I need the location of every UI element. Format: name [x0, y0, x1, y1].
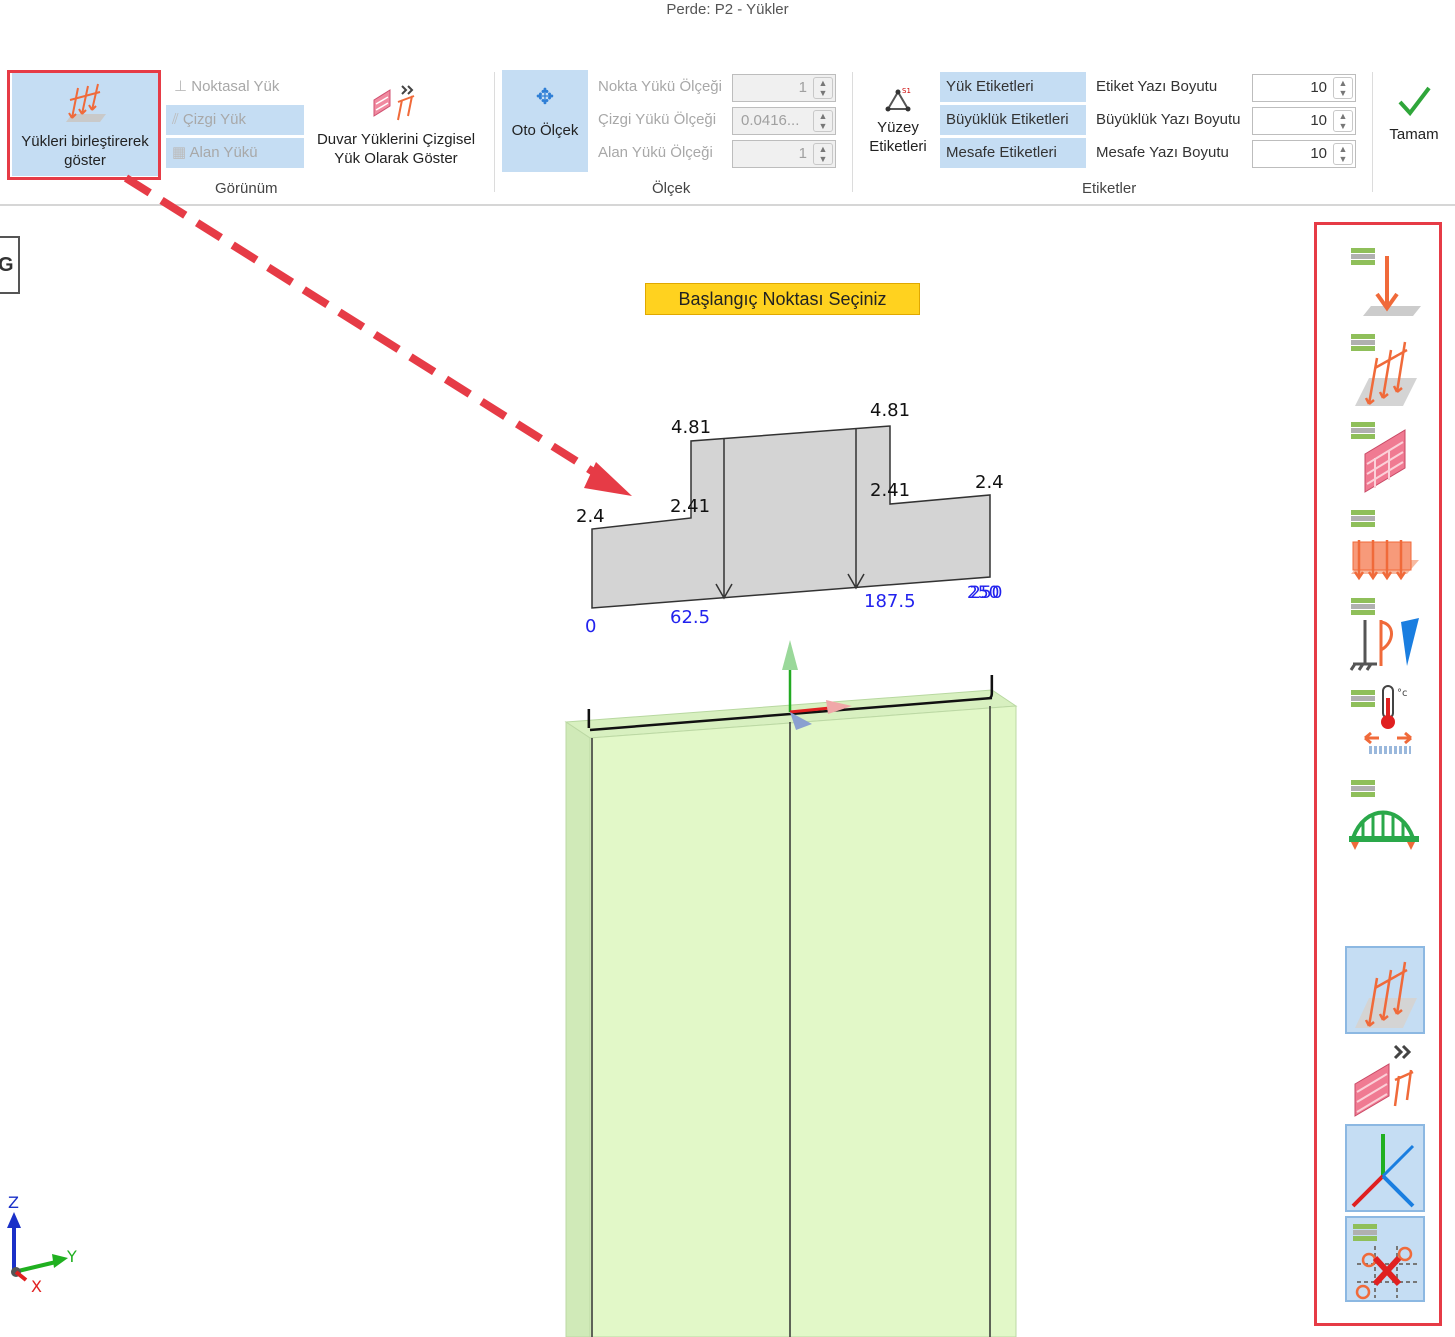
- point-scale-input[interactable]: 1 ▲ ▼: [732, 74, 836, 102]
- ribbon-separator: [852, 72, 853, 192]
- point-load-icon: ⊥: [174, 78, 192, 95]
- line-scale-value: 0.0416...: [741, 112, 800, 129]
- wall-to-line-load-icon: [1354, 1044, 1414, 1117]
- spin-arrows-icon[interactable]: ▲ ▼: [813, 110, 833, 132]
- axes-icon: [1351, 1134, 1415, 1208]
- prompt-banner: Başlangıç Noktası Seçiniz: [645, 283, 920, 315]
- svg-text:°c: °c: [1397, 688, 1408, 699]
- distance-font-size-input[interactable]: 10 ▲ ▼: [1252, 140, 1356, 168]
- left-stub-tab[interactable]: G: [0, 236, 20, 294]
- point-scale-label: Nokta Yükü Ölçeği: [598, 78, 722, 95]
- load-labels-button[interactable]: Yük Etiketleri: [940, 72, 1086, 102]
- thermometer-icon: °c: [1351, 685, 1412, 754]
- area-scale-input[interactable]: 1 ▲ ▼: [732, 140, 836, 168]
- distance-font-size-value: 10: [1310, 145, 1327, 162]
- distance-labels-button[interactable]: Mesafe Etiketleri: [940, 138, 1086, 168]
- ok-button[interactable]: Tamam: [1380, 72, 1448, 162]
- line-load-icon: ⫽: [172, 111, 183, 128]
- line-load-layer-button[interactable]: [1345, 328, 1425, 410]
- point-load-label: Noktasal Yük: [191, 78, 280, 95]
- area-load-button[interactable]: ▦ Alan Yükü: [166, 138, 304, 168]
- surface-labels-button[interactable]: S1 Yüzey Etiketleri: [862, 72, 934, 176]
- magnitude-labels-button[interactable]: Büyüklük Etiketleri: [940, 105, 1086, 135]
- ribbon-separator: [1372, 72, 1373, 192]
- remove-labels-icon: [1353, 1224, 1417, 1300]
- combined-loads-icon: [1355, 961, 1417, 1028]
- label-font-size-input[interactable]: 10 ▲ ▼: [1252, 74, 1356, 102]
- support-load-layer-button[interactable]: [1345, 592, 1425, 674]
- svg-text:S1: S1: [902, 87, 911, 95]
- auto-scale-label: Oto Ölçek: [511, 122, 579, 139]
- label-font-size-label: Etiket Yazı Boyutu: [1096, 78, 1218, 95]
- spin-arrows-icon[interactable]: ▲ ▼: [1333, 110, 1353, 132]
- line-scale-input[interactable]: 0.0416... ▲ ▼: [732, 107, 836, 135]
- area-scale-label: Alan Yükü Ölçeği: [598, 144, 713, 161]
- wall-loads-line-label: Duvar Yüklerini Çizgisel Yük Olarak Göst…: [316, 131, 476, 167]
- magnitude-font-size-label: Büyüklük Yazı Boyutu: [1096, 111, 1241, 128]
- combined-view-toggle[interactable]: [1345, 946, 1425, 1034]
- local-axes-toggle[interactable]: [1345, 1124, 1425, 1212]
- magnitude-font-size-input[interactable]: 10 ▲ ▼: [1252, 107, 1356, 135]
- wall-to-line-toggle[interactable]: [1345, 1040, 1425, 1122]
- wall-load-layer-button[interactable]: [1345, 416, 1425, 498]
- area-load-label: Alan Yükü: [189, 144, 258, 161]
- hide-labels-toggle[interactable]: [1345, 1216, 1425, 1302]
- checkmark-icon: [1398, 86, 1431, 117]
- gorunum-group-label: Görünüm: [215, 180, 278, 197]
- bridge-load-layer-button[interactable]: [1345, 768, 1425, 850]
- 3d-viewport[interactable]: [0, 208, 1455, 1337]
- line-load-button[interactable]: ⫽ Çizgi Yük: [166, 105, 304, 135]
- line-load-layer-icon: [1351, 334, 1417, 406]
- wall-to-line-load-icon: [373, 85, 415, 121]
- area-load-layer-icon: [1351, 510, 1419, 581]
- point-load-layer-icon: [1351, 248, 1421, 316]
- line-load-label: Çizgi Yük: [182, 111, 246, 128]
- area-load-layer-button[interactable]: [1345, 504, 1425, 586]
- surface-label-icon: S1: [885, 87, 911, 112]
- point-scale-value: 1: [798, 79, 807, 96]
- support-load-layer-icon: [1349, 598, 1419, 671]
- magnitude-font-size-value: 10: [1310, 112, 1327, 129]
- ok-label: Tamam: [1389, 126, 1439, 143]
- bridge-icon: [1349, 780, 1419, 850]
- etiketler-group-label: Etiketler: [1082, 180, 1137, 197]
- line-scale-label: Çizgi Yükü Ölçeği: [598, 111, 717, 128]
- distance-font-size-label: Mesafe Yazı Boyutu: [1096, 144, 1229, 161]
- point-load-layer-button[interactable]: [1345, 242, 1425, 324]
- ribbon-separator: [494, 72, 495, 192]
- point-load-button[interactable]: ⊥ Noktasal Yük: [168, 72, 304, 102]
- left-stub-label: G: [0, 254, 14, 276]
- distance-labels-label: Mesafe Etiketleri: [946, 144, 1057, 161]
- move-arrows-icon: ✥: [535, 84, 555, 109]
- load-labels-label: Yük Etiketleri: [946, 78, 1034, 95]
- magnitude-labels-label: Büyüklük Etiketleri: [946, 111, 1069, 128]
- temperature-load-layer-button[interactable]: °c: [1345, 680, 1425, 762]
- wall-loads-line-button[interactable]: Duvar Yüklerini Çizgisel Yük Olarak Göst…: [308, 72, 484, 176]
- area-load-icon: ▦: [172, 144, 190, 161]
- spin-arrows-icon[interactable]: ▲ ▼: [813, 143, 833, 165]
- spin-arrows-icon[interactable]: ▲ ▼: [1333, 143, 1353, 165]
- label-font-size-value: 10: [1310, 79, 1327, 96]
- surface-labels-label: Yüzey Etiketleri: [869, 119, 927, 155]
- wall-load-layer-icon: [1351, 422, 1406, 493]
- ribbon: Yükleri birleştirerek göster ⊥ Noktasal …: [0, 64, 1455, 206]
- window-title: Perde: P2 - Yükler: [666, 1, 789, 18]
- auto-scale-button[interactable]: ✥ Oto Ölçek: [502, 70, 588, 172]
- spin-arrows-icon[interactable]: ▲ ▼: [1333, 77, 1353, 99]
- combine-loads-highlight: [7, 70, 161, 180]
- spin-arrows-icon[interactable]: ▲ ▼: [813, 77, 833, 99]
- area-scale-value: 1: [798, 145, 807, 162]
- olcek-group-label: Ölçek: [652, 180, 691, 197]
